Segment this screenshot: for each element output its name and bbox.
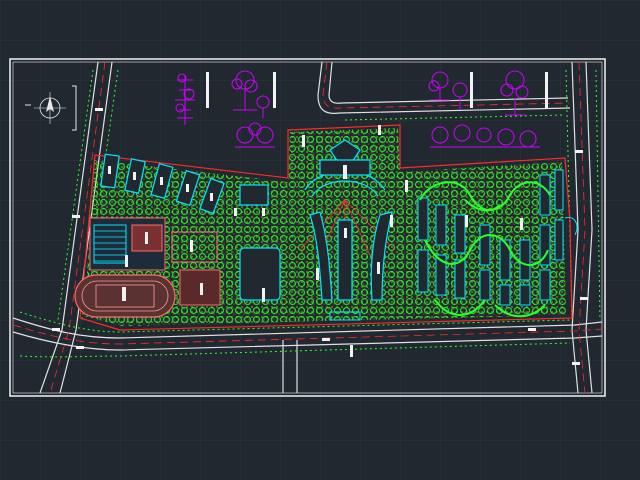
running-track: [74, 274, 176, 318]
cad-viewport[interactable]: [0, 0, 640, 480]
drawing-canvas[interactable]: [0, 0, 640, 480]
